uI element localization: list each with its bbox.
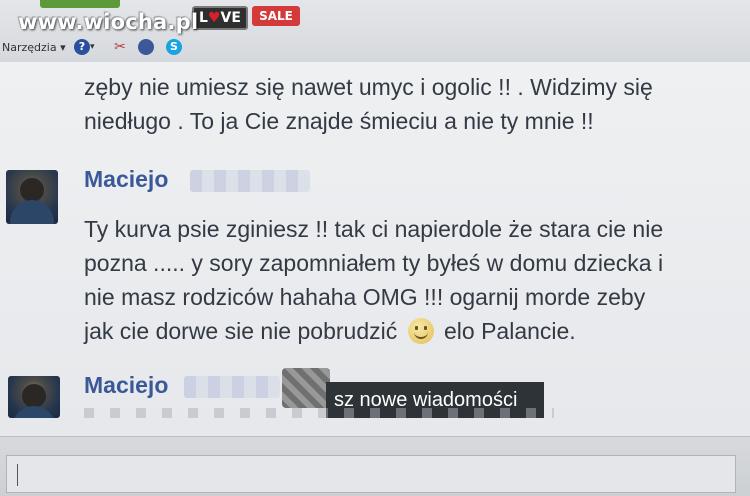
skype-icon[interactable]: S: [166, 39, 182, 55]
tools-menu[interactable]: Narzędzia ▾: [2, 41, 66, 54]
love-badge[interactable]: L♥VE: [192, 6, 248, 30]
globe-icon[interactable]: [138, 39, 154, 55]
censored-block: [282, 368, 330, 408]
browser-toolbar: L♥VE SALE Narzędzia ▾ ? ▾ ✂ S www.wiocha…: [0, 0, 750, 63]
avatar[interactable]: [8, 376, 60, 418]
green-tab[interactable]: [40, 0, 120, 8]
message-line: nie masz rodziców hahaha OMG !!! ogarnij…: [84, 284, 646, 310]
message-line: pozna ..... y sory zapomniałem ty byłeś …: [84, 250, 664, 276]
heart-icon: ♥: [207, 10, 221, 26]
smiley-icon: [407, 318, 434, 344]
message-text: elo Palancie.: [444, 318, 576, 344]
sale-badge[interactable]: SALE: [252, 6, 300, 26]
cut-off-text: [84, 408, 554, 418]
message-line: zęby nie umiesz się nawet umyc i ogolic …: [84, 74, 653, 100]
censored-surname: [190, 170, 310, 192]
help-icon[interactable]: ?: [74, 39, 90, 55]
photo-of-screen: L♥VE SALE Narzędzia ▾ ? ▾ ✂ S www.wiocha…: [0, 0, 750, 496]
message-input[interactable]: [6, 455, 736, 493]
avatar[interactable]: [6, 170, 58, 224]
love-suffix: VE: [220, 10, 241, 26]
reply-bar: [0, 436, 750, 496]
censored-surname: [184, 376, 280, 398]
sender-name[interactable]: Maciejo: [84, 166, 168, 193]
chevron-down-icon[interactable]: ▾: [90, 42, 106, 58]
chat-thread: zęby nie umiesz się nawet umyc i ogolic …: [0, 62, 750, 436]
watermark: www.wiocha.pl: [18, 10, 199, 34]
message-line: niedługo . To ja Cie znajde śmieciu a ni…: [84, 108, 594, 134]
text-caret: [17, 464, 18, 486]
message-line: Ty kurva psie zginiesz !! tak ci napierd…: [84, 216, 664, 242]
tool-icon[interactable]: ✂: [112, 39, 128, 55]
message-line: jak cie dorwe sie nie pobrudzić elo Pala…: [84, 314, 576, 348]
message-text: jak cie dorwe sie nie pobrudzić: [84, 318, 398, 344]
love-prefix: L: [199, 10, 208, 26]
sender-name[interactable]: Maciejo: [84, 372, 168, 399]
